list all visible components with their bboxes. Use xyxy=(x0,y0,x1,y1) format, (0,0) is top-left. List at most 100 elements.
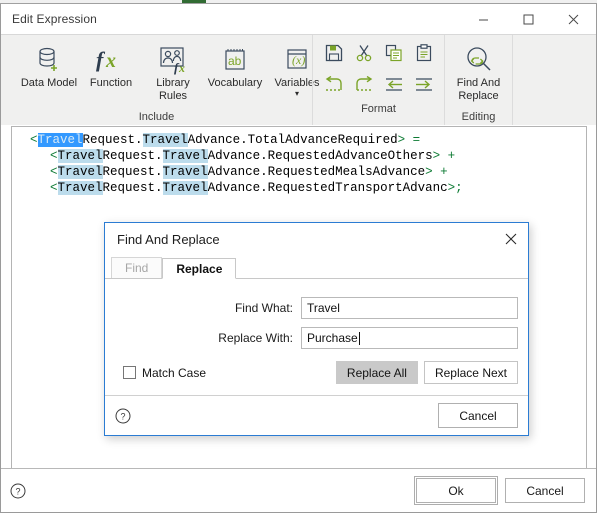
library-rules-icon: f x xyxy=(157,43,189,77)
code-token: Request. xyxy=(102,165,163,179)
dialog-options-row: Match Case Replace All Replace Next xyxy=(105,361,528,384)
background-window-tab xyxy=(182,0,206,3)
match-case-label: Match Case xyxy=(142,365,207,380)
code-token: Advance.RequestedAdvanceOthers xyxy=(207,149,433,163)
find-what-label: Find What: xyxy=(234,301,293,315)
code-token: Request. xyxy=(82,133,143,147)
find-replace-icon xyxy=(463,43,495,77)
function-button[interactable]: f x Function xyxy=(80,39,142,90)
match-case-checkbox[interactable] xyxy=(123,366,136,379)
find-what-value: Travel xyxy=(307,301,340,315)
dialog-cancel-button[interactable]: Cancel xyxy=(438,403,518,428)
minimize-icon xyxy=(479,19,488,20)
dialog-tabs: Find Replace xyxy=(105,256,528,279)
maximize-icon xyxy=(523,14,534,24)
footer-actions: Ok Cancel xyxy=(414,476,585,505)
svg-text:x: x xyxy=(178,61,185,75)
outdent-button[interactable] xyxy=(380,71,408,99)
code-token: < xyxy=(50,181,58,195)
cut-icon xyxy=(356,45,372,62)
code-token: Travel xyxy=(142,133,188,147)
code-line: <TravelRequest.TravelAdvance.RequestedTr… xyxy=(12,180,586,196)
find-and-replace-label: Find And Replace xyxy=(456,77,501,102)
vocabulary-ab-icon: ab xyxy=(220,43,250,77)
save-button[interactable] xyxy=(320,39,348,67)
library-rules-button[interactable]: f x Library Rules xyxy=(142,39,204,103)
data-model-button[interactable]: Data Model xyxy=(18,39,80,90)
tab-replace[interactable]: Replace xyxy=(162,258,237,279)
svg-text:?: ? xyxy=(15,486,20,496)
close-icon xyxy=(568,14,579,24)
dialog-body: Find What: Travel Replace With: Purchase… xyxy=(105,278,528,388)
copy-icon xyxy=(385,44,402,62)
find-and-replace-button[interactable]: Find And Replace xyxy=(447,39,510,103)
svg-text:ab: ab xyxy=(228,54,242,68)
window-footer: ? Ok Cancel xyxy=(1,468,596,512)
maximize-button[interactable] xyxy=(506,4,551,34)
expression-code[interactable]: <TravelRequest.TravelAdvance.TotalAdvanc… xyxy=(12,127,586,196)
tab-find[interactable]: Find xyxy=(111,257,163,278)
code-token: Request. xyxy=(102,149,163,163)
find-what-input[interactable]: Travel xyxy=(301,297,518,319)
ribbon-group-label-include: Include xyxy=(138,111,175,123)
replace-next-button[interactable]: Replace Next xyxy=(423,361,518,384)
data-model-label: Data Model xyxy=(20,77,78,89)
code-token: Request. xyxy=(102,181,163,195)
help-icon[interactable]: ? xyxy=(115,408,131,424)
code-token: Advance.TotalAdvanceRequired xyxy=(187,133,398,147)
code-token: < xyxy=(50,149,58,163)
code-token: Travel xyxy=(162,149,208,163)
minimize-button[interactable] xyxy=(461,4,506,34)
help-icon[interactable]: ? xyxy=(10,483,26,499)
ribbon-group-label-format: Format xyxy=(361,103,396,115)
redo-button[interactable] xyxy=(350,71,378,99)
redo-icon xyxy=(356,76,373,91)
ribbon-group-label-editing: Editing xyxy=(461,111,496,123)
code-token: > + xyxy=(425,165,448,179)
dialog-title-bar: Find And Replace xyxy=(105,223,528,256)
indent-icon xyxy=(416,78,432,91)
library-rules-label: Library Rules xyxy=(156,77,190,102)
main-window: Edit Expression Data Model f x Function … xyxy=(0,4,597,513)
svg-text:?: ? xyxy=(120,411,125,421)
vocabulary-label: Vocabulary xyxy=(207,77,263,89)
undo-icon xyxy=(325,76,342,91)
dialog-footer: ? Cancel xyxy=(105,395,528,435)
ribbon-group-empty xyxy=(512,35,596,125)
database-plus-icon xyxy=(34,43,64,77)
replace-all-button[interactable]: Replace All xyxy=(335,361,418,384)
replace-with-value: Purchase xyxy=(307,331,358,345)
fx-icon: f x xyxy=(94,43,128,77)
close-icon xyxy=(505,233,517,245)
dialog-close-button[interactable] xyxy=(498,227,524,251)
variables-x-icon: (x) xyxy=(282,43,312,77)
page-title: Edit Expression xyxy=(12,12,97,26)
close-button[interactable] xyxy=(551,4,596,34)
text-caret xyxy=(358,331,360,345)
ribbon-group-format: Format xyxy=(312,35,444,125)
vocabulary-button[interactable]: ab Vocabulary xyxy=(204,39,266,90)
code-line: <TravelRequest.TravelAdvance.RequestedMe… xyxy=(12,164,586,180)
dialog-footer-actions: Cancel xyxy=(438,403,518,428)
code-token: > + xyxy=(432,149,456,163)
code-token: < xyxy=(50,165,58,179)
code-token: Travel xyxy=(57,181,103,195)
chevron-down-icon[interactable]: ▾ xyxy=(295,90,299,98)
find-and-replace-dialog: Find And Replace Find Replace Find What:… xyxy=(104,222,529,436)
cut-button[interactable] xyxy=(350,39,378,67)
copy-button[interactable] xyxy=(380,39,408,67)
find-what-row: Find What: Travel xyxy=(105,297,528,319)
dialog-title: Find And Replace xyxy=(117,232,220,247)
code-token: Travel xyxy=(57,165,103,179)
ribbon-toolbar: Data Model f x Function f x Library Rule… xyxy=(1,34,596,125)
save-icon xyxy=(325,44,343,62)
cancel-button[interactable]: Cancel xyxy=(505,478,585,503)
paste-button[interactable] xyxy=(410,39,438,67)
code-token: Travel xyxy=(162,181,208,195)
replace-with-input[interactable]: Purchase xyxy=(301,327,518,349)
indent-button[interactable] xyxy=(410,71,438,99)
undo-button[interactable] xyxy=(320,71,348,99)
replace-actions: Replace All Replace Next xyxy=(335,361,518,384)
ok-button[interactable]: Ok xyxy=(414,476,498,505)
code-token: > = xyxy=(397,133,421,147)
